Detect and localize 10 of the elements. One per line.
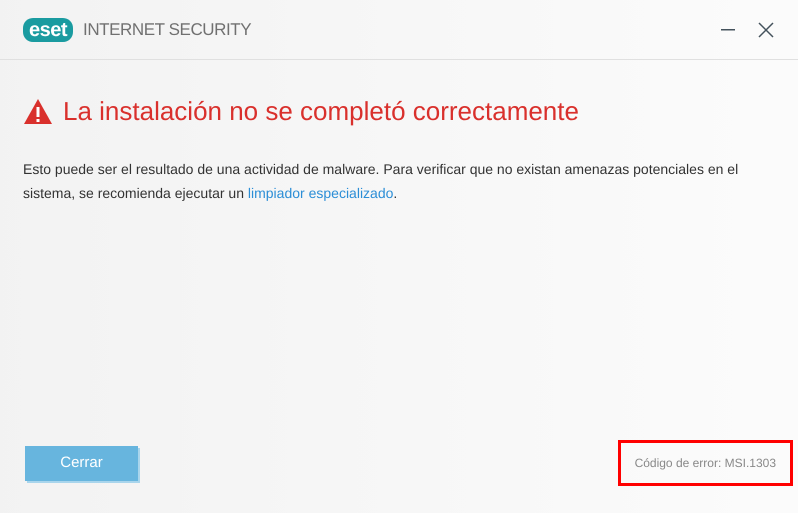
close-dialog-button[interactable]: Cerrar [25,446,138,480]
error-code: Código de error: MSI.1303 [618,440,793,486]
warning-icon [23,98,53,125]
cleaner-link[interactable]: limpiador especializado [248,185,394,201]
brand-logo: eset [23,18,74,42]
close-icon [758,22,774,38]
minimize-icon [721,28,735,30]
product-name: INTERNET SECURITY [83,18,252,41]
error-message: Esto puede ser el resultado de una actividad de malware. Para verificar que no existan amenazas potenciales en el sistema, se recomienda ejecutar un limpiador especializado. [22,160,740,203]
error-heading: La instalación no se completó correctamente [63,95,579,128]
